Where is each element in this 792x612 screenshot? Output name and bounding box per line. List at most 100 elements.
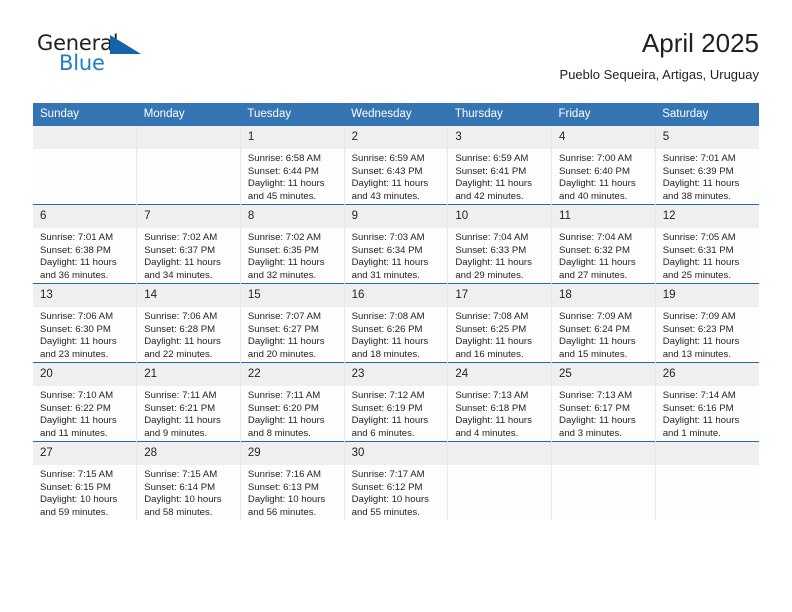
daylight-text-line1: Daylight: 11 hours <box>144 415 221 427</box>
calendar-day-cell[interactable]: 3 Sunrise: 6:59 AM Sunset: 6:41 PM Daylight… <box>447 126 553 205</box>
day-number <box>448 442 552 465</box>
day-details: Sunrise: 6:59 AM Sunset: 6:41 PM Daylight:… <box>448 149 551 203</box>
calendar-day-cell[interactable]: 28 Sunrise: 7:15 AM Sunset: 6:14 PM Dayligh… <box>136 441 241 520</box>
sunset-text: Sunset: 6:22 PM <box>40 402 111 414</box>
daylight-text-line2: and 4 minutes. <box>455 427 519 439</box>
calendar-day-cell[interactable]: 11 Sunrise: 7:04 AM Sunset: 6:32 PM Dayligh… <box>551 204 656 284</box>
sunrise-text: Sunrise: 7:16 AM <box>247 469 321 480</box>
daylight-text-line1: Daylight: 11 hours <box>662 257 740 269</box>
sunrise-text: Sunrise: 6:59 AM <box>455 153 529 164</box>
sunset-text: Sunset: 6:40 PM <box>559 165 630 177</box>
calendar-day-cell[interactable]: 6 Sunrise: 7:01 AM Sunset: 6:38 PM Daylight… <box>33 204 138 284</box>
day-details: Sunrise: 7:12 AM Sunset: 6:19 PM Daylight:… <box>345 386 448 440</box>
daylight-text-line2: and 45 minutes. <box>247 190 317 202</box>
sunrise-text: Sunrise: 7:09 AM <box>662 311 736 322</box>
daylight-text-line1: Daylight: 11 hours <box>247 257 325 269</box>
sunrise-text: Sunrise: 7:15 AM <box>40 469 114 480</box>
calendar-day-cell[interactable]: 5 Sunrise: 7:01 AM Sunset: 6:39 PM Daylight… <box>655 126 759 205</box>
calendar-day-cell[interactable]: 29 Sunrise: 7:16 AM Sunset: 6:13 PM Dayligh… <box>240 441 345 520</box>
sunrise-text: Sunrise: 7:15 AM <box>144 469 218 480</box>
weekday-header-thursday: Thursday <box>447 103 552 126</box>
calendar-day-cell[interactable]: 30 Sunrise: 7:17 AM Sunset: 6:12 PM Dayligh… <box>344 441 449 520</box>
weekday-header-sunday: Sunday <box>33 103 137 126</box>
daylight-text-line2: and 58 minutes. <box>144 506 213 518</box>
sunset-text: Sunset: 6:18 PM <box>455 402 527 414</box>
sunrise-text: Sunrise: 7:02 AM <box>247 232 321 243</box>
weekday-header-saturday: Saturday <box>655 103 759 126</box>
daylight-text-line2: and 42 minutes. <box>455 190 524 202</box>
daylight-text-line2: and 8 minutes. <box>247 427 311 439</box>
sunset-text: Sunset: 6:27 PM <box>247 323 319 335</box>
daylight-text-line1: Daylight: 11 hours <box>662 178 740 190</box>
sunset-text: Sunset: 6:41 PM <box>455 165 527 177</box>
daylight-text-line1: Daylight: 10 hours <box>247 494 326 506</box>
sunset-text: Sunset: 6:38 PM <box>40 244 111 256</box>
sunset-text: Sunset: 6:39 PM <box>662 165 734 177</box>
day-details: Sunrise: 7:11 AM Sunset: 6:20 PM Daylight:… <box>241 386 344 440</box>
daylight-text-line2: and 20 minutes. <box>247 348 317 360</box>
sunrise-text: Sunrise: 7:06 AM <box>40 311 114 322</box>
sunset-text: Sunset: 6:16 PM <box>662 402 734 414</box>
day-number: 22 <box>240 363 344 386</box>
general-blue-logo[interactable]: General Blue <box>37 32 177 82</box>
daylight-text-line1: Daylight: 11 hours <box>144 336 221 348</box>
day-number: 19 <box>655 284 759 307</box>
sunset-text: Sunset: 6:35 PM <box>247 244 319 256</box>
day-details: Sunrise: 7:09 AM Sunset: 6:24 PM Daylight:… <box>552 307 655 361</box>
calendar-day-cell[interactable]: 4 Sunrise: 7:00 AM Sunset: 6:40 PM Daylight… <box>551 126 656 205</box>
calendar-day-cell[interactable]: 2 Sunrise: 6:59 AM Sunset: 6:43 PM Daylight… <box>344 126 449 205</box>
calendar-empty-cell <box>33 126 138 205</box>
daylight-text-line2: and 25 minutes. <box>662 269 731 281</box>
daylight-text-line2: and 3 minutes. <box>559 427 622 439</box>
daylight-text-line2: and 13 minutes. <box>662 348 731 360</box>
sunrise-text: Sunrise: 6:58 AM <box>247 153 321 164</box>
calendar-day-cell[interactable]: 13 Sunrise: 7:06 AM Sunset: 6:30 PM Dayligh… <box>33 283 138 363</box>
day-number: 30 <box>344 442 448 465</box>
calendar-day-cell[interactable]: 17 Sunrise: 7:08 AM Sunset: 6:25 PM Dayligh… <box>447 283 553 363</box>
calendar-day-cell[interactable]: 27 Sunrise: 7:15 AM Sunset: 6:15 PM Dayligh… <box>33 441 138 520</box>
calendar-day-cell[interactable]: 24 Sunrise: 7:13 AM Sunset: 6:18 PM Dayligh… <box>447 362 553 442</box>
daylight-text-line1: Daylight: 11 hours <box>559 415 636 427</box>
calendar-empty-cell <box>136 126 241 205</box>
day-details: Sunrise: 7:00 AM Sunset: 6:40 PM Daylight:… <box>552 149 655 203</box>
calendar-day-cell[interactable]: 12 Sunrise: 7:05 AM Sunset: 6:31 PM Dayligh… <box>655 204 759 284</box>
daylight-text-line1: Daylight: 11 hours <box>662 336 740 348</box>
calendar-day-cell[interactable]: 16 Sunrise: 7:08 AM Sunset: 6:26 PM Dayligh… <box>344 283 449 363</box>
day-number: 16 <box>344 284 448 307</box>
sunset-text: Sunset: 6:12 PM <box>351 481 423 493</box>
daylight-text-line1: Daylight: 11 hours <box>247 178 325 190</box>
daylight-text-line2: and 36 minutes. <box>40 269 109 281</box>
day-details: Sunrise: 7:04 AM Sunset: 6:32 PM Daylight:… <box>552 228 655 282</box>
day-details: Sunrise: 7:16 AM Sunset: 6:13 PM Daylight:… <box>241 465 344 519</box>
daylight-text-line1: Daylight: 10 hours <box>144 494 222 506</box>
calendar-day-cell[interactable]: 14 Sunrise: 7:06 AM Sunset: 6:28 PM Dayligh… <box>136 283 241 363</box>
calendar-day-cell[interactable]: 15 Sunrise: 7:07 AM Sunset: 6:27 PM Dayligh… <box>240 283 345 363</box>
calendar-empty-cell <box>551 441 656 520</box>
daylight-text-line2: and 9 minutes. <box>144 427 208 439</box>
calendar-day-cell[interactable]: 26 Sunrise: 7:14 AM Sunset: 6:16 PM Dayligh… <box>655 362 759 442</box>
calendar-day-cell[interactable]: 7 Sunrise: 7:02 AM Sunset: 6:37 PM Daylight… <box>136 204 241 284</box>
day-details: Sunrise: 7:15 AM Sunset: 6:14 PM Daylight:… <box>137 465 240 519</box>
daylight-text-line2: and 59 minutes. <box>40 506 109 518</box>
day-number <box>137 126 240 149</box>
sunset-text: Sunset: 6:20 PM <box>247 402 319 414</box>
calendar-day-cell[interactable]: 9 Sunrise: 7:03 AM Sunset: 6:34 PM Daylight… <box>344 204 449 284</box>
calendar-day-cell[interactable]: 23 Sunrise: 7:12 AM Sunset: 6:19 PM Dayligh… <box>344 362 449 442</box>
calendar-day-cell[interactable]: 25 Sunrise: 7:13 AM Sunset: 6:17 PM Dayligh… <box>551 362 656 442</box>
calendar-day-cell[interactable]: 1 Sunrise: 6:58 AM Sunset: 6:44 PM Daylight… <box>240 126 345 205</box>
calendar-day-cell[interactable]: 8 Sunrise: 7:02 AM Sunset: 6:35 PM Daylight… <box>240 204 345 284</box>
calendar-day-cell[interactable]: 18 Sunrise: 7:09 AM Sunset: 6:24 PM Dayligh… <box>551 283 656 363</box>
calendar-day-cell[interactable]: 22 Sunrise: 7:11 AM Sunset: 6:20 PM Dayligh… <box>240 362 345 442</box>
page-title: April 2025 <box>641 28 759 58</box>
calendar-day-cell[interactable]: 21 Sunrise: 7:11 AM Sunset: 6:21 PM Dayligh… <box>136 362 241 442</box>
calendar-day-cell[interactable]: 20 Sunrise: 7:10 AM Sunset: 6:22 PM Dayligh… <box>33 362 138 442</box>
day-number: 2 <box>344 126 448 149</box>
calendar-day-cell[interactable]: 10 Sunrise: 7:04 AM Sunset: 6:33 PM Dayligh… <box>447 204 553 284</box>
calendar-week-row: 13 Sunrise: 7:06 AM Sunset: 6:30 PM Dayligh… <box>33 283 759 363</box>
calendar-day-cell[interactable]: 19 Sunrise: 7:09 AM Sunset: 6:23 PM Dayligh… <box>655 283 759 363</box>
daylight-text-line1: Daylight: 11 hours <box>351 178 429 190</box>
day-details: Sunrise: 7:01 AM Sunset: 6:38 PM Daylight:… <box>33 228 136 282</box>
daylight-text-line2: and 29 minutes. <box>455 269 524 281</box>
calendar-body: 1 Sunrise: 6:58 AM Sunset: 6:44 PM Daylight… <box>33 126 759 520</box>
page-header: General Blue April 2025 Pueblo Sequeira,… <box>33 26 759 94</box>
